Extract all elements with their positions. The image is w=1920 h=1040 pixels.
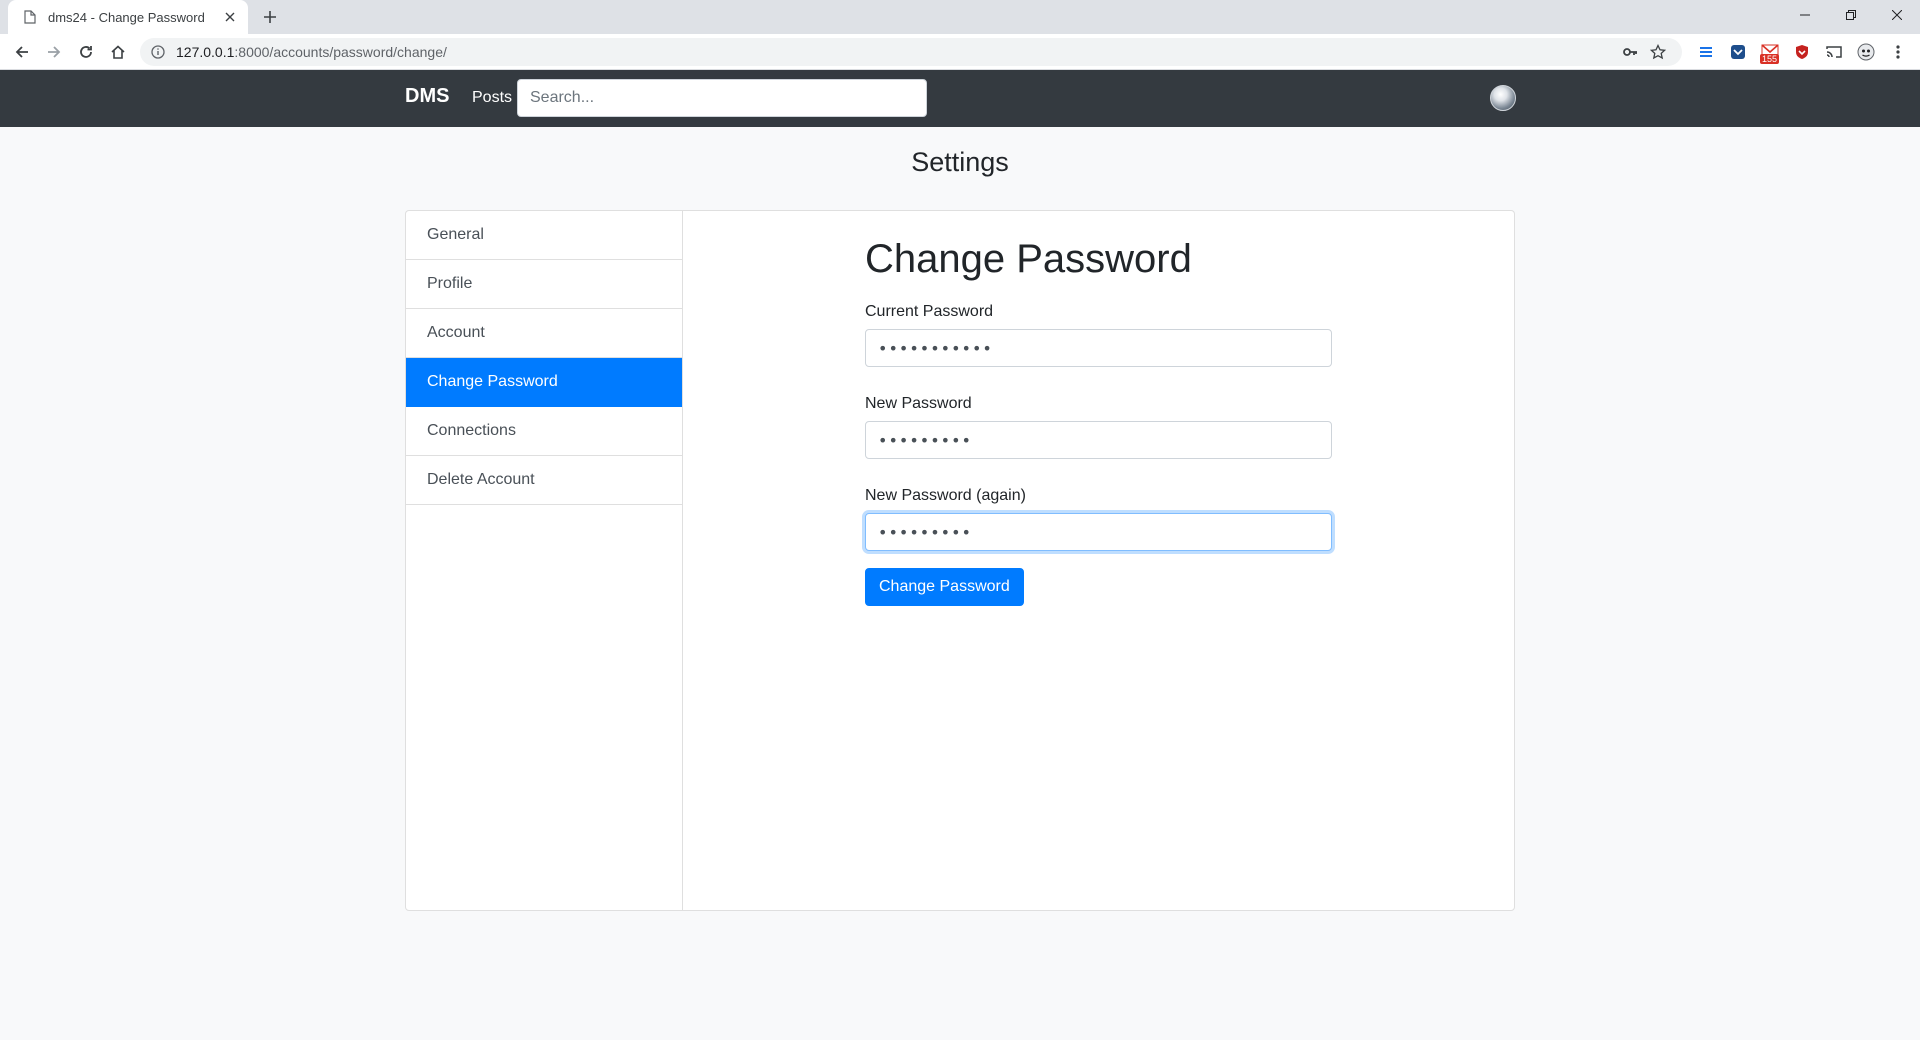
- extension-pocket-icon[interactable]: [1722, 36, 1754, 68]
- site-navbar: DMS Posts: [0, 70, 1920, 127]
- page-icon: [22, 9, 38, 25]
- home-icon[interactable]: [102, 36, 134, 68]
- forward-icon[interactable]: [38, 36, 70, 68]
- address-bar[interactable]: 127.0.0.1:8000/accounts/password/change/: [140, 37, 1682, 66]
- change-password-button[interactable]: Change Password: [865, 568, 1024, 606]
- nav-link-posts[interactable]: Posts: [472, 89, 512, 107]
- settings-sidebar: General Profile Account Change Password …: [406, 211, 683, 910]
- close-window-icon[interactable]: [1874, 0, 1920, 30]
- cast-icon[interactable]: [1818, 36, 1850, 68]
- brand-logo[interactable]: DMS: [405, 85, 449, 108]
- sidebar-item-change-password[interactable]: Change Password: [406, 358, 682, 407]
- reload-icon[interactable]: [70, 36, 102, 68]
- url-path: :8000/accounts/password/change/: [234, 43, 447, 60]
- menu-icon[interactable]: [1882, 36, 1914, 68]
- browser-tab[interactable]: dms24 - Change Password: [8, 0, 248, 34]
- new-tab-icon[interactable]: [258, 5, 282, 29]
- browser-toolbar: 127.0.0.1:8000/accounts/password/change/…: [0, 34, 1920, 70]
- form-heading: Change Password: [865, 237, 1192, 281]
- sidebar-item-account[interactable]: Account: [406, 309, 682, 358]
- tab-close-icon[interactable]: [222, 9, 238, 25]
- info-icon[interactable]: [150, 44, 166, 60]
- new-password-again-field[interactable]: •••••••••: [865, 513, 1332, 551]
- browser-tabstrip: dms24 - Change Password: [0, 0, 1920, 34]
- settings-content: Change Password Current Password •••••••…: [683, 211, 1514, 910]
- new-password-field[interactable]: •••••••••: [865, 421, 1332, 459]
- extension-badge: 155: [1760, 53, 1780, 64]
- url-host: 127.0.0.1: [176, 43, 235, 60]
- search-input[interactable]: [517, 79, 927, 117]
- sidebar-item-profile[interactable]: Profile: [406, 260, 682, 309]
- key-icon[interactable]: [1616, 38, 1644, 66]
- extension-shield-icon[interactable]: [1786, 36, 1818, 68]
- sidebar-item-general[interactable]: General: [406, 211, 682, 260]
- extension-gmail-icon[interactable]: 155: [1754, 36, 1786, 68]
- minimize-icon[interactable]: [1782, 0, 1828, 30]
- user-avatar[interactable]: [1490, 85, 1516, 111]
- sidebar-item-connections[interactable]: Connections: [406, 407, 682, 456]
- new-password-again-label: New Password (again): [865, 487, 1026, 504]
- current-password-field[interactable]: •••••••••••: [865, 329, 1332, 367]
- restore-icon[interactable]: [1828, 0, 1874, 30]
- current-password-label: Current Password: [865, 303, 994, 320]
- sidebar-item-delete-account[interactable]: Delete Account: [406, 456, 682, 505]
- extension-layers-icon[interactable]: [1690, 36, 1722, 68]
- new-password-label: New Password: [865, 395, 972, 412]
- page-title: Settings: [911, 147, 1009, 177]
- profile-icon[interactable]: [1850, 36, 1882, 68]
- window-controls: [1782, 0, 1920, 30]
- settings-card: General Profile Account Change Password …: [405, 210, 1515, 911]
- star-icon[interactable]: [1644, 38, 1672, 66]
- back-icon[interactable]: [6, 36, 38, 68]
- tab-title: dms24 - Change Password: [48, 9, 205, 25]
